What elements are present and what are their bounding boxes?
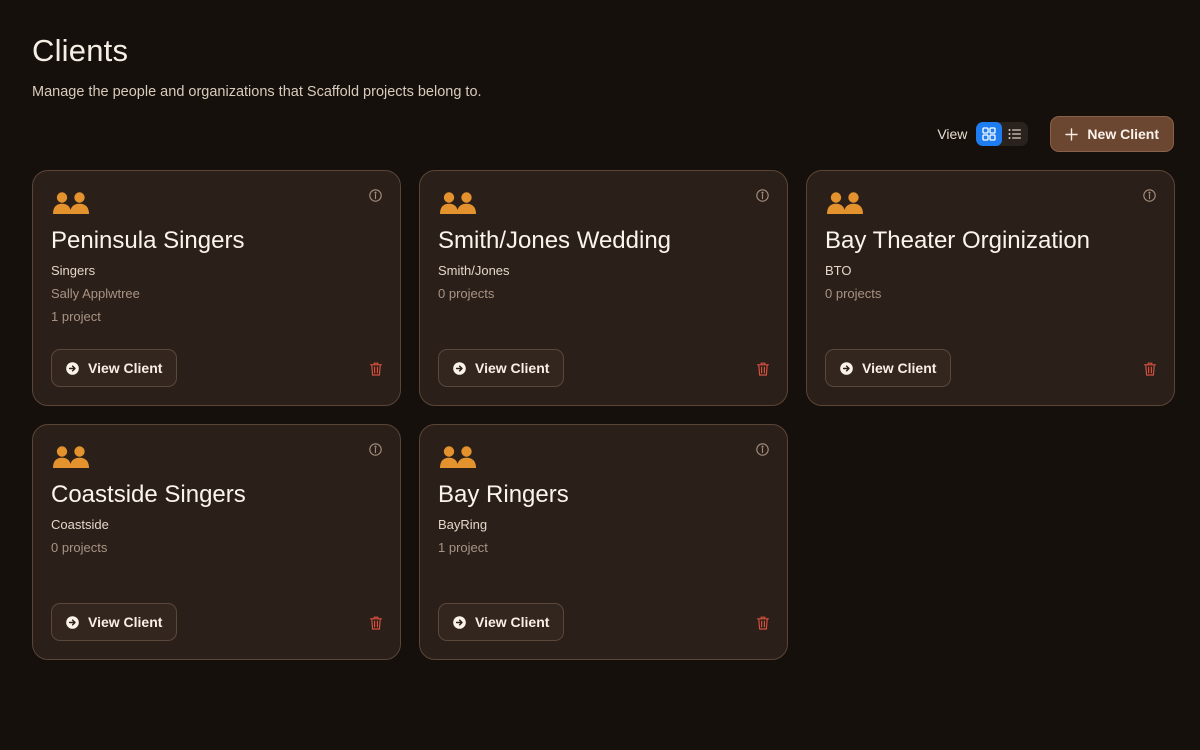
client-short-name: BayRing bbox=[438, 517, 488, 532]
client-card: Bay Ringers BayRing 1 project View Clien… bbox=[419, 424, 788, 660]
info-icon[interactable] bbox=[1143, 189, 1156, 207]
client-card: Bay Theater Orginization BTO 0 projects … bbox=[806, 170, 1175, 406]
view-client-button[interactable]: View Client bbox=[51, 603, 178, 641]
client-name: Bay Ringers bbox=[438, 481, 569, 508]
client-name: Peninsula Singers bbox=[51, 227, 245, 254]
clients-page: Clients Manage the people and organizati… bbox=[0, 0, 1200, 750]
view-client-button[interactable]: View Client bbox=[825, 349, 952, 387]
view-client-button[interactable]: View Client bbox=[438, 349, 565, 387]
client-card: Peninsula Singers Singers Sally Applwtre… bbox=[32, 170, 401, 406]
trash-icon[interactable] bbox=[1144, 362, 1156, 376]
client-detail: 0 projects bbox=[438, 286, 495, 301]
arrow-right-circle-icon bbox=[840, 361, 853, 375]
info-icon[interactable] bbox=[369, 189, 382, 207]
people-icon bbox=[53, 445, 90, 474]
view-client-button[interactable]: View Client bbox=[438, 603, 565, 641]
view-client-label: View Client bbox=[475, 614, 550, 630]
client-short-name: Smith/Jones bbox=[438, 263, 510, 278]
toolbar: View New Client bbox=[937, 116, 1174, 152]
client-project-count: 1 project bbox=[51, 309, 101, 324]
client-card: Smith/Jones Wedding Smith/Jones 0 projec… bbox=[419, 170, 788, 406]
view-client-label: View Client bbox=[862, 360, 937, 376]
people-icon bbox=[827, 191, 864, 220]
new-client-button[interactable]: New Client bbox=[1050, 116, 1174, 152]
arrow-right-circle-icon bbox=[453, 615, 466, 629]
view-toggle bbox=[976, 122, 1029, 146]
arrow-right-circle-icon bbox=[66, 361, 79, 375]
people-icon bbox=[440, 445, 477, 474]
grid-icon bbox=[982, 127, 997, 141]
client-name: Bay Theater Orginization bbox=[825, 227, 1091, 254]
trash-icon[interactable] bbox=[757, 362, 769, 376]
page-subtitle: Manage the people and organizations that… bbox=[32, 84, 482, 100]
view-client-label: View Client bbox=[475, 360, 550, 376]
people-icon bbox=[440, 191, 477, 220]
client-detail: 0 projects bbox=[51, 540, 108, 555]
client-detail: Sally Applwtree bbox=[51, 286, 140, 301]
trash-icon[interactable] bbox=[370, 362, 382, 376]
info-icon[interactable] bbox=[369, 443, 382, 461]
info-icon[interactable] bbox=[756, 443, 769, 461]
list-view-button[interactable] bbox=[1002, 122, 1028, 146]
view-client-label: View Client bbox=[88, 614, 163, 630]
client-detail: 0 projects bbox=[825, 286, 882, 301]
plus-icon bbox=[1065, 127, 1079, 141]
trash-icon[interactable] bbox=[757, 616, 769, 630]
people-icon bbox=[53, 191, 90, 220]
client-name: Coastside Singers bbox=[51, 481, 246, 508]
client-name: Smith/Jones Wedding bbox=[438, 227, 672, 254]
view-label: View bbox=[937, 126, 968, 142]
list-icon bbox=[1008, 129, 1022, 139]
view-client-button[interactable]: View Client bbox=[51, 349, 178, 387]
client-short-name: Singers bbox=[51, 263, 96, 278]
client-card: Coastside Singers Coastside 0 projects V… bbox=[32, 424, 401, 660]
grid-view-button[interactable] bbox=[976, 122, 1003, 146]
client-detail: 1 project bbox=[438, 540, 488, 555]
trash-icon[interactable] bbox=[370, 616, 382, 630]
client-grid: Peninsula Singers Singers Sally Applwtre… bbox=[32, 170, 1175, 660]
info-icon[interactable] bbox=[756, 189, 769, 207]
view-client-label: View Client bbox=[88, 360, 163, 376]
arrow-right-circle-icon bbox=[66, 615, 79, 629]
client-short-name: Coastside bbox=[51, 517, 109, 532]
page-title: Clients bbox=[32, 33, 129, 68]
new-client-label: New Client bbox=[1087, 126, 1159, 142]
arrow-right-circle-icon bbox=[453, 361, 466, 375]
client-short-name: BTO bbox=[825, 263, 852, 278]
